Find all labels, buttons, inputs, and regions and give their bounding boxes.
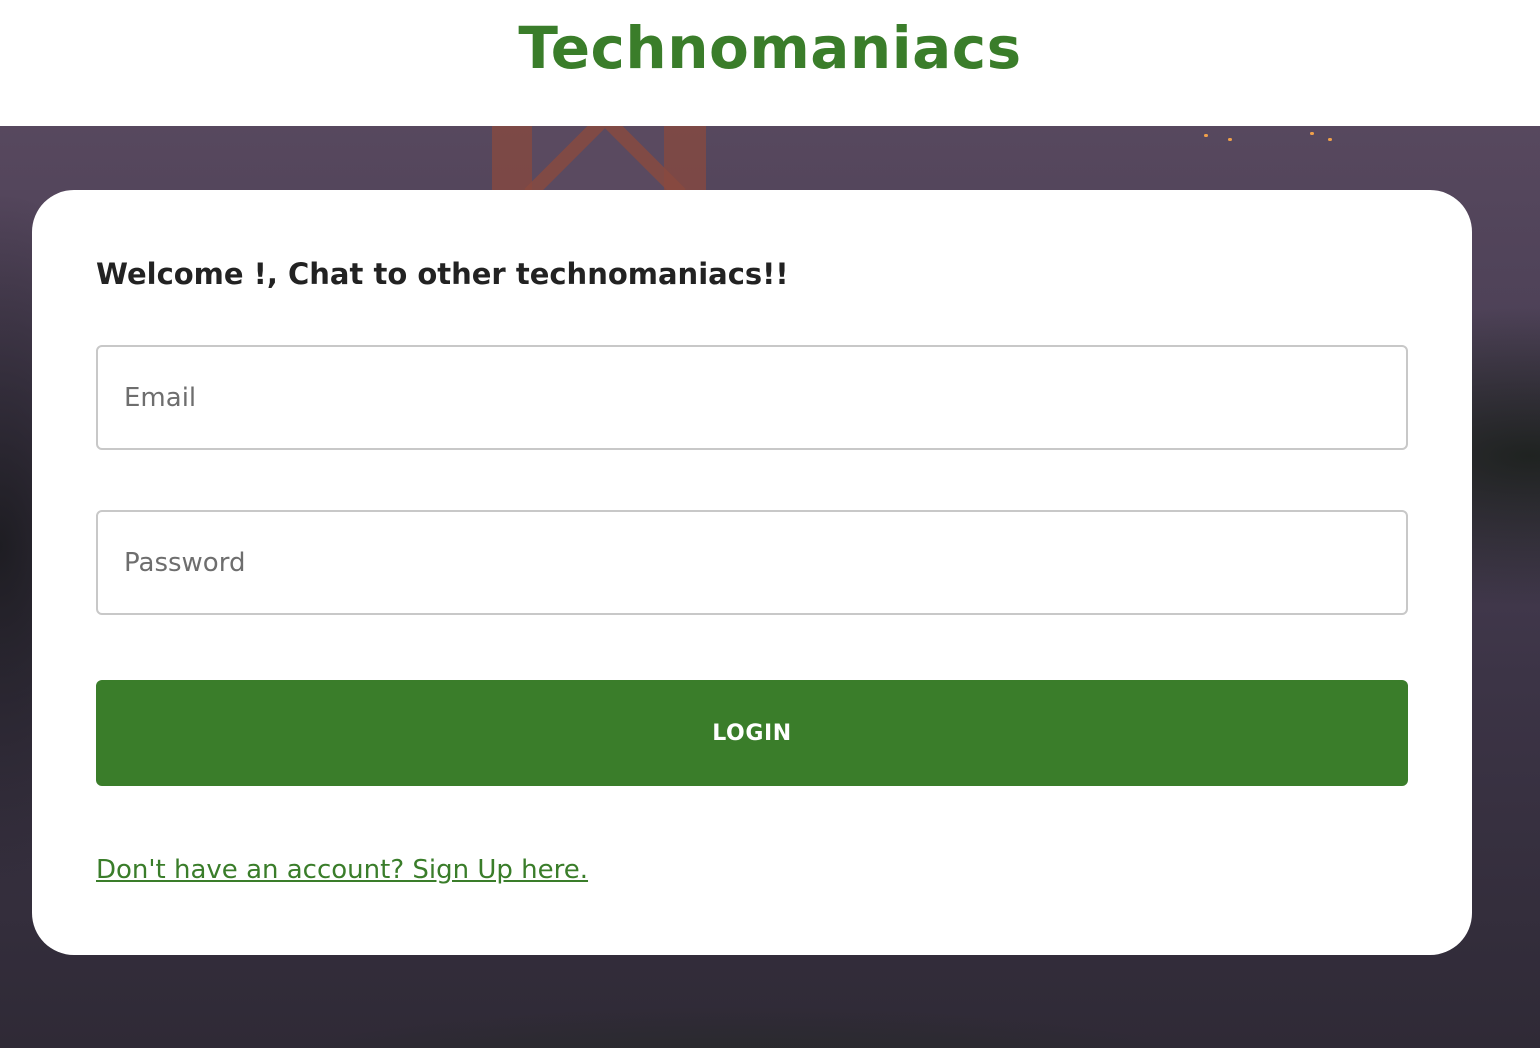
brand-title: Technomaniacs: [518, 14, 1022, 82]
page-header: Technomaniacs: [0, 0, 1540, 126]
bridge-light: [1228, 138, 1232, 141]
welcome-heading: Welcome !, Chat to other technomaniacs!!: [96, 257, 789, 291]
email-input[interactable]: [96, 345, 1408, 450]
bridge-light: [1328, 138, 1332, 141]
password-input[interactable]: [96, 510, 1408, 615]
background-photo: Welcome !, Chat to other technomaniacs!!…: [0, 126, 1540, 1048]
bridge-light: [1204, 134, 1208, 137]
signup-link[interactable]: Don't have an account? Sign Up here.: [96, 852, 588, 888]
login-button[interactable]: LOGIN: [96, 680, 1408, 786]
bridge-light: [1310, 132, 1314, 135]
login-card: Welcome !, Chat to other technomaniacs!!…: [32, 190, 1472, 955]
